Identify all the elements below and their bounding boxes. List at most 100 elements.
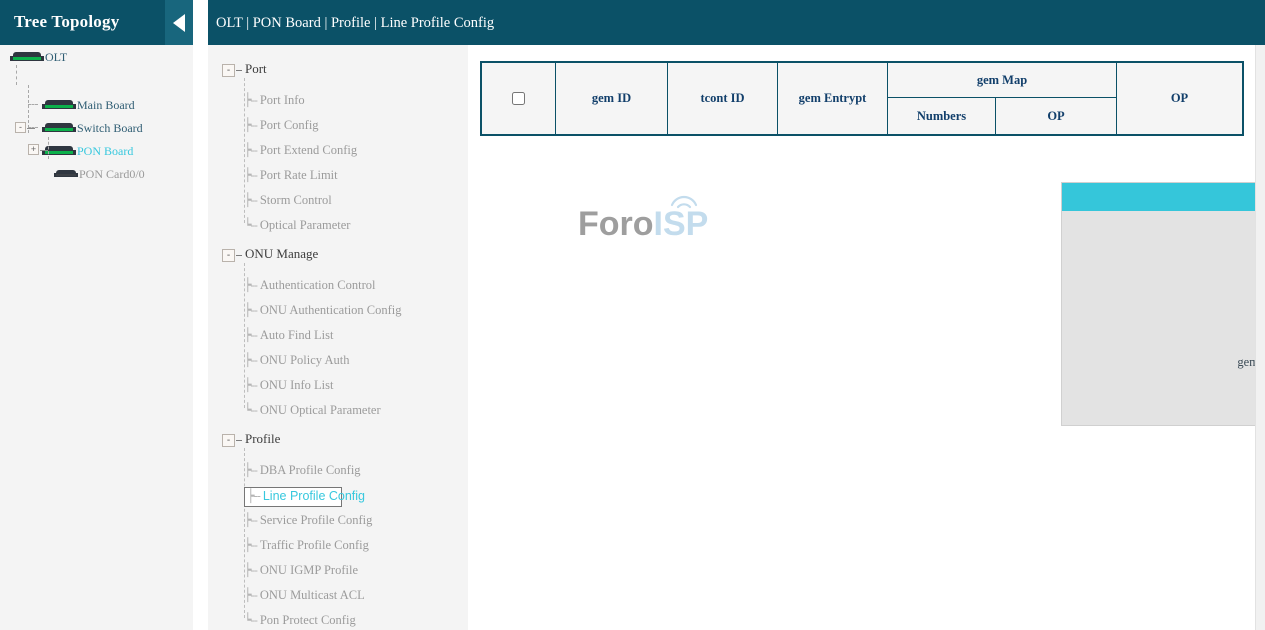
caret-left-icon	[173, 14, 185, 32]
tree-node-pon-board[interactable]: PON Board	[42, 143, 133, 159]
branch-icon: ┝--	[244, 513, 257, 527]
menu-item-authentication-control[interactable]: ┝--Authentication Control	[244, 277, 375, 293]
wifi-signal-icon	[669, 193, 699, 209]
column-header-gem-map[interactable]: gem Map	[888, 63, 1117, 98]
menu-group-label: Port	[245, 61, 267, 77]
column-header-gem-map-op[interactable]: OP	[996, 98, 1117, 134]
select-all-checkbox[interactable]	[512, 92, 525, 105]
branch-icon: ┝--	[244, 93, 257, 107]
menu-connector	[236, 440, 242, 441]
menu-item-port-rate-limit[interactable]: ┝--Port Rate Limit	[244, 167, 338, 183]
menu-item-label: Authentication Control	[260, 278, 376, 292]
tree-connector	[28, 85, 29, 133]
tree-node-switch-board[interactable]: Switch Board	[42, 120, 143, 136]
line-profile-id-row: Line Profile ID：1	[1062, 232, 1265, 251]
menu-item-optical-parameter[interactable]: ┕--Optical Parameter	[244, 217, 350, 233]
branch-icon: ┕--	[244, 403, 257, 417]
menu-connector	[236, 255, 242, 256]
menu-item-onu-multicast-acl[interactable]: ┝--ONU Multicast ACL	[244, 587, 365, 603]
menu-expander-onu-manage[interactable]: -	[222, 249, 235, 262]
tree-node-label: Switch Board	[77, 121, 143, 135]
device-icon	[42, 123, 76, 134]
tree-topology-panel: Tree Topology OLT Main Board	[0, 0, 193, 630]
tree-body: OLT Main Board Switch Board -	[0, 45, 193, 630]
gem-table: gem ID tcont ID gem Entrypt gem Map Numb…	[480, 61, 1244, 136]
watermark-text-foro: Foro	[578, 205, 654, 243]
menu-item-onu-authentication-config[interactable]: ┝--ONU Authentication Config	[244, 302, 402, 318]
column-header-gem-entrypt[interactable]: gem Entrypt	[778, 63, 888, 134]
menu-item-label: ONU Multicast ACL	[260, 588, 365, 602]
branch-icon: ┕--	[244, 613, 257, 627]
branch-icon: ┝--	[244, 278, 257, 292]
branch-icon: ┝--	[244, 143, 257, 157]
menu-item-onu-policy-auth[interactable]: ┝--ONU Policy Auth	[244, 352, 349, 368]
tree-expander-pon-card[interactable]: +	[28, 144, 39, 155]
branch-icon: ┝--	[244, 193, 257, 207]
menu-item-onu-igmp-profile[interactable]: ┝--ONU IGMP Profile	[244, 562, 358, 578]
menu-item-label: ONU Info List	[260, 378, 334, 392]
branch-icon: ┝--	[244, 378, 257, 392]
menu-item-port-extend-config[interactable]: ┝--Port Extend Config	[244, 142, 357, 158]
menu-item-label: Port Config	[260, 118, 319, 132]
menu-item-onu-optical-parameter[interactable]: ┕--ONU Optical Parameter	[244, 402, 381, 418]
menu-item-label: ONU Policy Auth	[260, 353, 350, 367]
main-content-area: gem ID tcont ID gem Entrypt gem Map Numb…	[468, 45, 1255, 630]
top-breadcrumb-bar: OLT | PON Board | Profile | Line Profile…	[208, 0, 1265, 45]
device-icon	[42, 100, 76, 111]
tree-node-label: PON Card0/0	[79, 167, 145, 181]
menu-item-label: Service Profile Config	[260, 513, 372, 527]
column-header-gem-id[interactable]: gem ID	[556, 63, 668, 134]
branch-icon: ┝--	[244, 168, 257, 182]
branch-icon: ┝--	[244, 588, 257, 602]
menu-item-port-info[interactable]: ┝--Port Info	[244, 92, 305, 108]
menu-item-port-config[interactable]: ┝--Port Config	[244, 117, 319, 133]
menu-item-label: Optical Parameter	[260, 218, 351, 232]
menu-item-label: Port Extend Config	[260, 143, 357, 157]
tree-connector	[48, 137, 49, 159]
navigation-menu-scroll[interactable]: - Port ┝--Port Info ┝--Port Config ┝--Po…	[208, 45, 468, 630]
menu-item-label: Traffic Profile Config	[260, 538, 369, 552]
foroisp-watermark: ForoISP	[578, 205, 708, 244]
branch-icon: ┝--	[244, 463, 257, 477]
device-icon	[54, 170, 78, 179]
branch-icon: ┝--	[244, 353, 257, 367]
tree-connector	[16, 65, 17, 85]
tree-node-olt[interactable]: OLT	[10, 49, 67, 65]
menu-item-service-profile-config[interactable]: ┝--Service Profile Config	[244, 512, 372, 528]
breadcrumb: OLT | PON Board | Profile | Line Profile…	[216, 15, 494, 32]
menu-item-dba-profile-config[interactable]: ┝--DBA Profile Config	[244, 462, 361, 478]
dialog-title: gem Add	[1062, 187, 1265, 205]
column-header-op[interactable]: OP	[1117, 63, 1242, 134]
column-header-tcont-id[interactable]: tcont ID	[668, 63, 778, 134]
tree-node-label: Main Board	[77, 98, 135, 112]
menu-item-auto-find-list[interactable]: ┝--Auto Find List	[244, 327, 333, 343]
dialog-title-bar: gem Add X	[1062, 183, 1265, 211]
navigation-menu-panel: - Port ┝--Port Info ┝--Port Config ┝--Po…	[208, 45, 468, 630]
menu-item-traffic-profile-config[interactable]: ┝--Traffic Profile Config	[244, 537, 369, 553]
branch-icon: ┝--	[244, 118, 257, 132]
menu-item-label: Port Rate Limit	[260, 168, 338, 182]
app-root: Tree Topology OLT Main Board	[0, 0, 1265, 630]
tree-connector	[28, 104, 38, 105]
menu-item-label: DBA Profile Config	[260, 463, 361, 477]
branch-icon: ┕--	[244, 218, 257, 232]
tree-node-pon-card[interactable]: PON Card0/0	[54, 166, 145, 182]
tree-node-label: PON Board	[77, 144, 133, 158]
gem-add-dialog: gem Add X Line Profile ID：1 gem ID： 1 tc…	[1062, 183, 1265, 425]
tree-node-main-board[interactable]: Main Board	[42, 97, 135, 113]
page-scrollbar[interactable]	[1255, 45, 1265, 630]
column-header-gem-map-numbers[interactable]: Numbers	[888, 98, 996, 134]
branch-icon: ┝--	[244, 328, 257, 342]
menu-item-label: ONU Optical Parameter	[260, 403, 381, 417]
menu-expander-profile[interactable]: -	[222, 434, 235, 447]
tree-collapse-button[interactable]	[165, 0, 193, 45]
menu-item-storm-control[interactable]: ┝--Storm Control	[244, 192, 332, 208]
menu-item-line-profile-config[interactable]: ┝--Line Profile Config	[244, 487, 342, 507]
menu-expander-port[interactable]: -	[222, 64, 235, 77]
menu-item-pon-protect-config[interactable]: ┕--Pon Protect Config	[244, 612, 356, 628]
device-icon	[10, 52, 44, 63]
branch-icon: ┝--	[244, 303, 257, 317]
tree-expander-pon-board[interactable]: -	[15, 122, 26, 133]
menu-connector	[236, 70, 242, 71]
menu-item-onu-info-list[interactable]: ┝--ONU Info List	[244, 377, 333, 393]
